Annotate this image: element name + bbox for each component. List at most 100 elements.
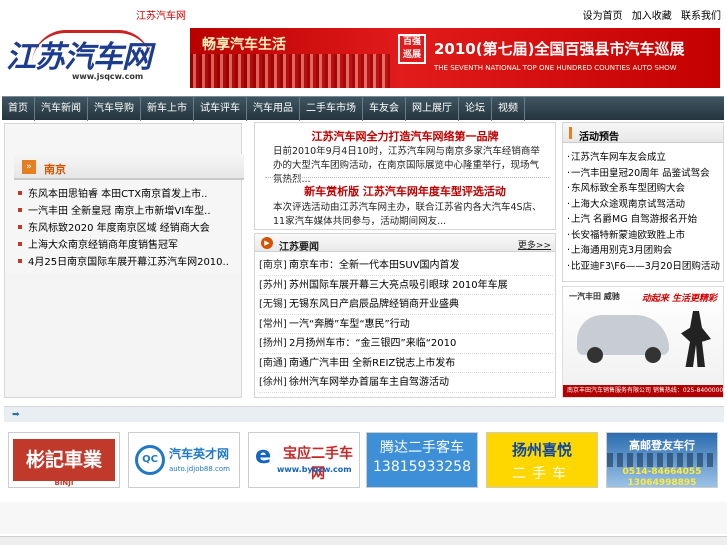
partner-logo-tengda[interactable]: 腾达二手客车 13815933258 xyxy=(366,432,478,488)
set-homepage-link[interactable]: 设为首页 xyxy=(583,11,623,22)
city-tag: [南通] xyxy=(259,357,287,369)
partner-phone: 13064998895 xyxy=(627,478,697,488)
logo-text: 江苏汽车网 xyxy=(6,40,152,75)
table-row[interactable]: [南通] 南通广汽丰田 全新REIZ锐志上市发布 xyxy=(259,354,553,373)
ad-brand: 一汽丰田 威驰 xyxy=(569,292,620,301)
list-item[interactable]: 东风本田思铂睿 本田CTX南京首发上市.. xyxy=(14,186,240,203)
nav-accessories[interactable]: 汽车用品 xyxy=(247,97,300,121)
city-tag: [扬州] xyxy=(259,338,287,349)
news-list: [南京] 南京车市：全新一代本田SUV国内首发 [苏州] 苏州国际车展开幕三大亮点吸… xyxy=(259,256,553,393)
activities-list: 江苏汽车网车友会成立 一汽丰田皇冠20周年 品鉴试驾会 东风标致全系车型团购大会… xyxy=(567,150,723,274)
list-item[interactable]: 上海通用别克3月团购会 xyxy=(567,243,723,259)
table-row[interactable]: [南京] 南京车市：全新一代本田SUV国内首发 xyxy=(259,256,553,276)
add-favorite-link[interactable]: 加入收藏 xyxy=(632,11,672,22)
partner-phone: 0514-84664055 xyxy=(622,467,702,477)
site-logo[interactable]: 江苏汽车网 www.jsqcw.com xyxy=(2,28,178,88)
partner-logo-binji[interactable]: 彬記車業 BINJI xyxy=(8,432,120,488)
list-item[interactable]: 上海大众南京经销商年度销售冠军 xyxy=(14,237,240,254)
partner-logo-baoying[interactable]: e 宝应二手车网 www.byqcw.com xyxy=(248,432,360,488)
arrow-right-icon: ➡ xyxy=(12,410,20,420)
list-item[interactable]: 上汽 名爵MG 自驾游报名开始 xyxy=(567,212,723,228)
table-row[interactable]: [扬州] 2月扬州车市：“金三银四”来临“2010 xyxy=(259,334,553,354)
headline-title-1[interactable]: 江苏汽车网全力打造汽车网络第一品牌 xyxy=(255,128,555,144)
top-links: 设为首页 加入收藏 联系我们 xyxy=(577,7,721,22)
play-icon: ▶ xyxy=(261,237,273,249)
list-item[interactable]: 一汽丰田 全新皇冠 南京上市新增VI车型.. xyxy=(14,203,240,220)
partner-logo-gaoyou[interactable]: 高邮登友车行 0514-84664055 13064998895 xyxy=(606,432,718,488)
auto-show-banner[interactable]: 畅享汽车生活 百强巡展 2010(第七届)全国百强县市汽车巡展 THE SEVE… xyxy=(190,28,720,88)
news-link[interactable]: 无锡东风日产启辰品牌经销商开业盛典 xyxy=(289,299,459,310)
wheel-icon xyxy=(645,347,661,363)
ad-footer: 南京丰田汽车销售服务有限公司 销售热线：025-84000000 地址：南京市江… xyxy=(563,385,723,397)
partner-name: 宝应二手车网 xyxy=(283,446,353,482)
table-row[interactable]: [徐州] 徐州汽车网举办首届车主自驾游活动 xyxy=(259,373,553,393)
nav-home[interactable]: 首页 xyxy=(2,97,35,121)
partner-phone: 13815933258 xyxy=(373,459,471,475)
table-row[interactable]: [无锡] 无锡东风日产启辰品牌经销商开业盛典 xyxy=(259,295,553,315)
car-advertisement[interactable]: 一汽丰田 威驰 动起来 生活更精彩 南京丰田汽车销售服务有限公司 销售热线：02… xyxy=(562,286,724,398)
nanjing-section-header: » 南京 xyxy=(14,154,244,180)
partner-name: 扬州喜悦 xyxy=(511,441,572,459)
logo-url: www.jsqcw.com xyxy=(72,72,144,81)
news-title: 江苏要闻 xyxy=(279,242,319,253)
list-item[interactable]: 比亚迪F3\F6——3月20日团购活动 xyxy=(567,259,723,275)
headline-title-2[interactable]: 新车赏析版 江苏汽车网年度车型评选活动 xyxy=(255,183,555,199)
nav-car-club[interactable]: 车友会 xyxy=(363,97,406,121)
nav-reviews[interactable]: 试车评车 xyxy=(194,97,247,121)
qc-badge-icon: QC xyxy=(135,445,165,475)
header-bar-icon xyxy=(569,127,572,139)
news-link[interactable]: 南通广汽丰田 全新REIZ锐志上市发布 xyxy=(289,358,455,369)
city-tag: [苏州] xyxy=(259,279,287,291)
news-link[interactable]: 一汽“奔腾”车型“惠民”行动 xyxy=(289,319,410,330)
activities-title: 活动预告 xyxy=(579,132,619,143)
skyline-image xyxy=(607,453,717,467)
divider xyxy=(265,177,549,178)
partner-logo-yangzhou[interactable]: 扬州喜悦 二手车 xyxy=(486,432,598,488)
list-item[interactable]: 长安福特新蒙迪欧致胜上市 xyxy=(567,228,723,244)
table-row[interactable]: [常州] 一汽“奔腾”车型“惠民”行动 xyxy=(259,315,553,334)
nav-used-cars[interactable]: 二手车市场 xyxy=(300,97,363,121)
table-row[interactable]: [苏州] 苏州国际车展开幕三大亮点吸引眼球 2010年车展 xyxy=(259,276,553,295)
partner-name: 彬記車業 xyxy=(13,439,115,481)
headline-box: 江苏汽车网全力打造汽车网络第一品牌 日前2010年9月4日10时，江苏汽车网与南… xyxy=(254,122,556,230)
crowd-image xyxy=(190,54,390,88)
nav-showroom[interactable]: 网上展厅 xyxy=(406,97,459,121)
headline-summary-2: 本次评选活动由江苏汽车网主办，联合江苏省内各大汽车4S店、11家汽车媒体共同参与… xyxy=(273,202,542,227)
list-item[interactable]: 上海大众途观南京试驾活动 xyxy=(567,197,723,213)
list-item[interactable]: 东风标致2020 年度南京区域 经销商大会 xyxy=(14,220,240,237)
banner-slogan: 畅享汽车生活 xyxy=(202,37,286,53)
news-link[interactable]: 南京车市：全新一代本田SUV国内首发 xyxy=(289,260,460,271)
city-tag: [无锡] xyxy=(259,299,287,310)
news-header: ▶ 江苏要闻 更多>> xyxy=(255,234,555,253)
city-tag: [常州] xyxy=(259,318,287,330)
nav-forum[interactable]: 论坛 xyxy=(459,97,492,121)
activities-panel: 活动预告 江苏汽车网车友会成立 一汽丰田皇冠20周年 品鉴试驾会 东风标致全系车… xyxy=(562,122,724,282)
main-nav: 首页 汽车新闻 汽车导购 新车上市 试车评车 汽车用品 二手车市场 车友会 网上… xyxy=(2,96,724,121)
top-bar: 江苏汽车网 设为首页 加入收藏 联系我们 xyxy=(0,0,727,24)
banner-subtitle: THE SEVENTH NATIONAL TOP ONE HUNDRED COU… xyxy=(434,64,677,72)
list-item[interactable]: 江苏汽车网车友会成立 xyxy=(567,150,723,166)
city-tag: [南京] xyxy=(259,260,287,271)
headline-summary-1: 日前2010年9月4日10时，江苏汽车网与南京多家汽车经销商举办的大型汽车团购活… xyxy=(273,146,540,185)
nav-news[interactable]: 汽车新闻 xyxy=(35,97,88,121)
news-link[interactable]: 2月扬州车市：“金三银四”来临“2010 xyxy=(289,338,456,349)
header: 江苏汽车网 www.jsqcw.com 畅享汽车生活 百强巡展 2010(第七届… xyxy=(0,24,727,92)
more-link[interactable]: 更多>> xyxy=(518,238,551,251)
footer-bar xyxy=(0,536,727,545)
e-logo-icon: e xyxy=(255,441,272,469)
partner-logo-qc-job[interactable]: QC 汽车英才网 auto.jdjob88.com xyxy=(128,432,240,488)
nav-guide[interactable]: 汽车导购 xyxy=(88,97,141,121)
partner-name: 腾达二手客车 xyxy=(380,440,464,456)
partner-logos: 彬記車業 BINJI QC 汽车英才网 auto.jdjob88.com e 宝… xyxy=(4,424,724,502)
contact-us-link[interactable]: 联系我们 xyxy=(681,11,721,22)
nav-video[interactable]: 视频 xyxy=(492,97,525,121)
list-item[interactable]: 一汽丰田皇冠20周年 品鉴试驾会 xyxy=(567,166,723,182)
nav-new-cars[interactable]: 新车上市 xyxy=(141,97,194,121)
news-link[interactable]: 苏州国际车展开幕三大亮点吸引眼球 2010年车展 xyxy=(289,280,508,291)
wheel-icon xyxy=(587,347,603,363)
list-item[interactable]: 东风标致全系车型团购大会 xyxy=(567,181,723,197)
activities-header: 活动预告 xyxy=(563,123,723,143)
list-item[interactable]: 4月25日南京国际车展开幕江苏汽车网2010.. xyxy=(14,254,240,271)
double-chevron-icon: » xyxy=(22,160,36,174)
news-link[interactable]: 徐州汽车网举办首届车主自驾游活动 xyxy=(289,377,449,388)
